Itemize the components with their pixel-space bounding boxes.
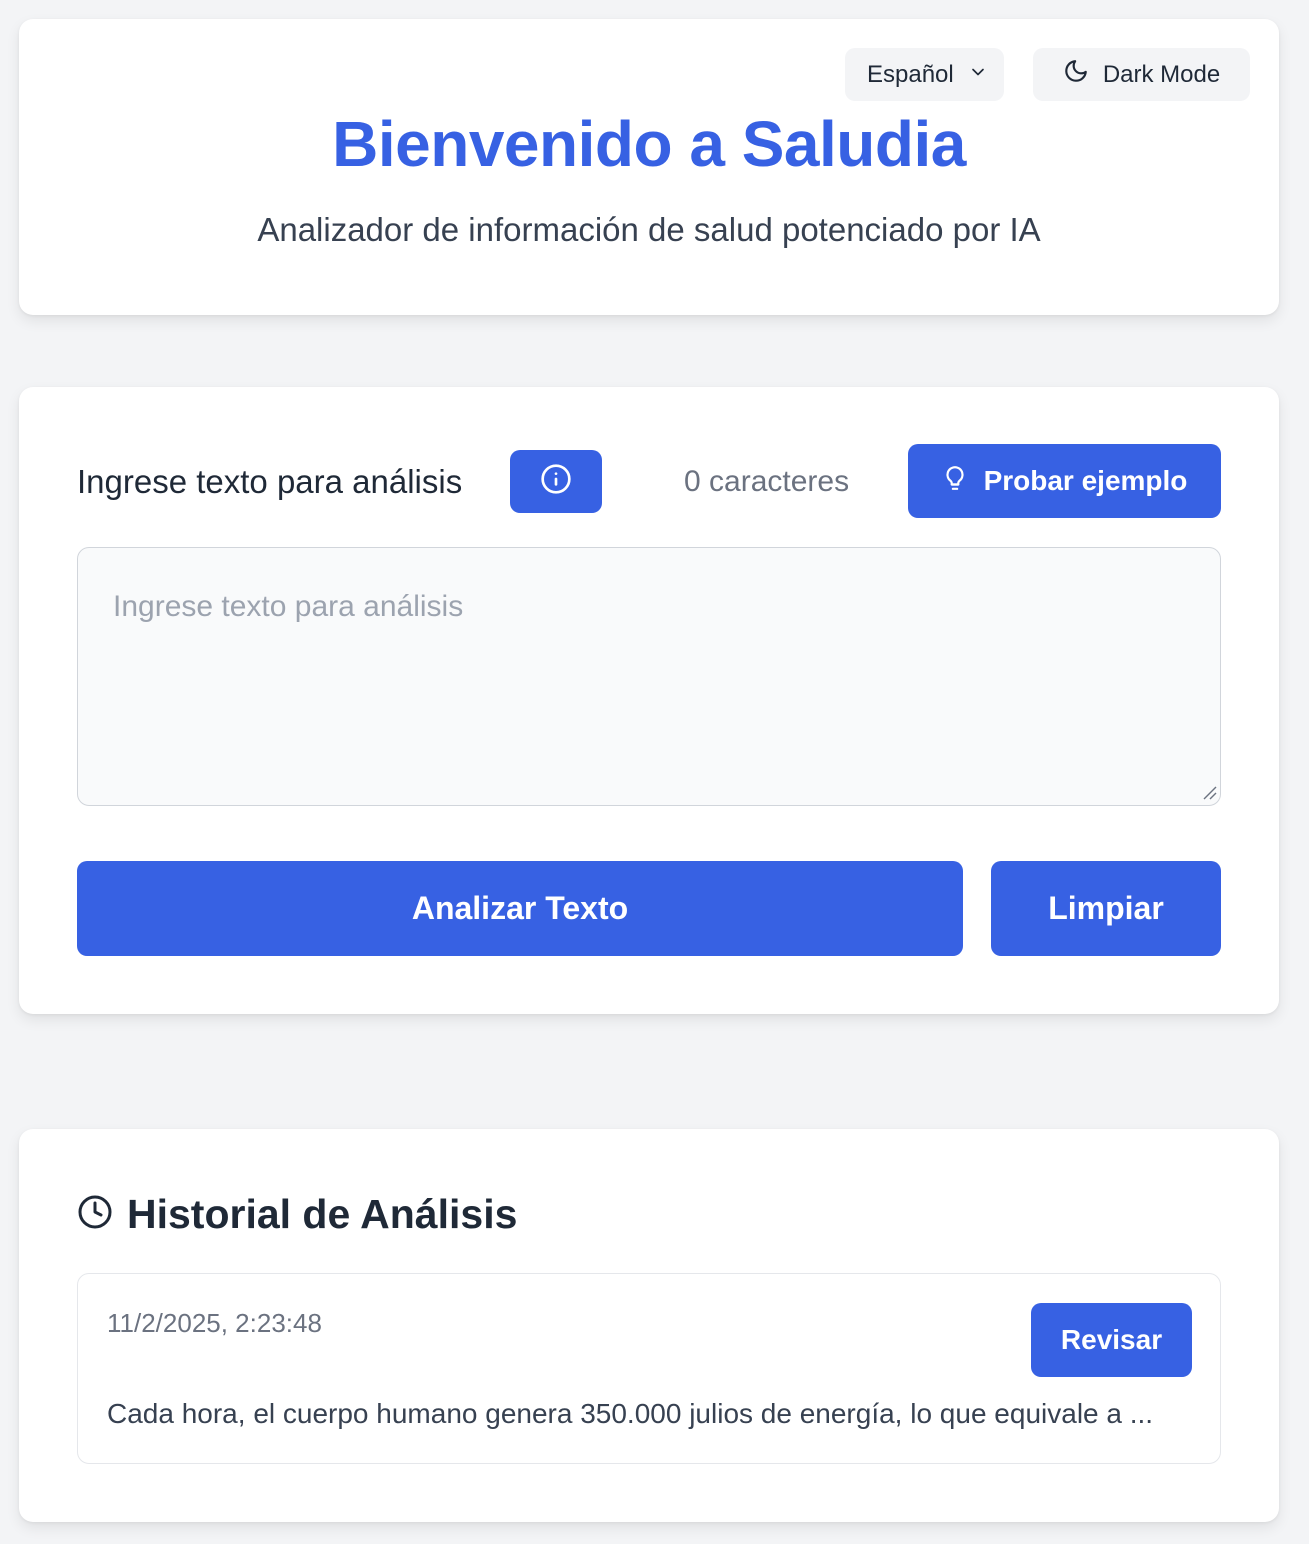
page-title: Bienvenido a Saludia <box>332 108 966 180</box>
analysis-text-input[interactable] <box>77 547 1221 806</box>
language-select[interactable]: Español <box>845 48 1004 101</box>
analyze-text-button[interactable]: Analizar Texto <box>77 861 963 956</box>
top-controls: Español Dark Mode <box>845 48 1250 101</box>
try-example-button[interactable]: Probar ejemplo <box>908 444 1221 518</box>
dark-mode-label: Dark Mode <box>1102 60 1221 88</box>
info-icon <box>540 463 572 500</box>
clear-button[interactable]: Limpiar <box>991 861 1221 956</box>
dark-mode-button[interactable]: Dark Mode <box>1033 48 1250 101</box>
review-button[interactable]: Revisar <box>1031 1303 1192 1377</box>
language-select-value: Español <box>867 60 954 88</box>
input-label: Ingrese texto para análisis <box>77 463 463 500</box>
try-example-label: Probar ejemplo <box>983 465 1188 496</box>
moon-icon <box>1063 58 1089 91</box>
clock-icon <box>77 1194 113 1235</box>
char-count: 0 caracteres <box>684 465 850 498</box>
history-entry-text: Cada hora, el cuerpo humano genera 350.0… <box>107 1398 1154 1429</box>
lightbulb-icon <box>942 463 968 500</box>
history-header: Historial de Análisis <box>77 1191 517 1238</box>
info-button[interactable] <box>510 450 602 513</box>
header-card: Español Dark Mode Bienvenido a Saludia A… <box>19 19 1279 315</box>
page-subtitle: Analizador de información de salud poten… <box>257 211 1041 248</box>
history-entry-timestamp: 11/2/2025, 2:23:48 <box>107 1308 322 1338</box>
resize-handle-icon[interactable] <box>1202 785 1218 801</box>
input-card: Ingrese texto para análisis 0 caracteres… <box>19 387 1279 1014</box>
chevron-down-icon <box>968 61 988 89</box>
history-title: Historial de Análisis <box>127 1191 518 1237</box>
history-card: Historial de Análisis 11/2/2025, 2:23:48… <box>19 1129 1279 1522</box>
history-entry: 11/2/2025, 2:23:48 Revisar Cada hora, el… <box>77 1273 1221 1464</box>
